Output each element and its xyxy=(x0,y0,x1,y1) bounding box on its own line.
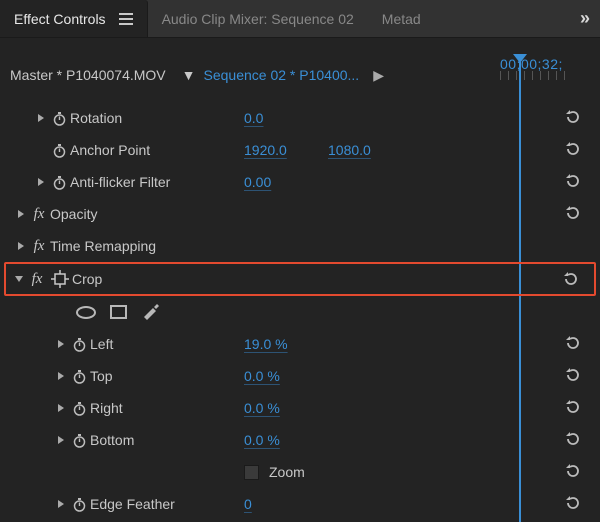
property-label: Rotation xyxy=(70,110,200,126)
property-crop-zoom: Zoom xyxy=(4,456,596,488)
ruler-ticks xyxy=(500,71,590,83)
anchor-x-value[interactable]: 1920.0 xyxy=(244,142,306,158)
fx-badge-icon[interactable]: fx xyxy=(26,271,48,288)
property-crop-left: Left 19.0 % xyxy=(4,328,596,360)
twirl-closed-icon[interactable] xyxy=(14,241,28,251)
master-clip-label: Master * P1040074.MOV xyxy=(10,67,166,83)
property-edge-feather: Edge Feather 0 xyxy=(4,488,596,520)
effect-time-remapping: fx Time Remapping xyxy=(4,230,596,262)
tab-metadata[interactable]: Metad xyxy=(368,0,435,37)
reset-icon[interactable] xyxy=(564,430,582,451)
property-label: Anti-flicker Filter xyxy=(70,174,200,190)
tab-label: Audio Clip Mixer: Sequence 02 xyxy=(162,11,354,27)
timeline-ruler[interactable]: 00;00;32; xyxy=(500,60,592,90)
zoom-checkbox[interactable] xyxy=(244,465,259,480)
effect-label: Time Remapping xyxy=(50,238,180,254)
fx-badge-icon[interactable]: fx xyxy=(28,206,50,223)
effect-label: Opacity xyxy=(50,206,180,222)
twirl-closed-icon[interactable] xyxy=(14,209,28,219)
sequence-clip-label[interactable]: Sequence 02 * P10400... xyxy=(204,67,360,83)
reset-icon[interactable] xyxy=(564,140,582,161)
stopwatch-icon[interactable] xyxy=(68,401,90,416)
effect-crop[interactable]: fx Crop xyxy=(4,262,596,296)
fx-badge-icon[interactable]: fx xyxy=(28,238,50,255)
property-crop-bottom: Bottom 0.0 % xyxy=(4,424,596,456)
twirl-closed-icon[interactable] xyxy=(54,499,68,509)
effect-properties-list: Rotation 0.0 Anchor Point 1920.0 1080.0 … xyxy=(0,102,600,520)
property-crop-right: Right 0.0 % xyxy=(4,392,596,424)
dropdown-icon[interactable]: ▼ xyxy=(182,67,196,83)
tab-label: Effect Controls xyxy=(14,11,106,27)
stopwatch-icon[interactable] xyxy=(68,497,90,512)
property-rotation: Rotation 0.0 xyxy=(4,102,596,134)
reset-icon[interactable] xyxy=(564,398,582,419)
effect-label: Crop xyxy=(72,271,202,287)
go-to-playhead-icon[interactable]: ▶ xyxy=(373,67,384,84)
property-value[interactable]: 0 xyxy=(244,496,306,512)
ellipse-mask-icon[interactable] xyxy=(76,306,96,319)
anchor-y-value[interactable]: 1080.0 xyxy=(328,142,371,158)
property-label: Edge Feather xyxy=(90,496,220,512)
property-anchor-point: Anchor Point 1920.0 1080.0 xyxy=(4,134,596,166)
clip-header: Master * P1040074.MOV ▼ Sequence 02 * P1… xyxy=(0,38,600,102)
tab-effect-controls[interactable]: Effect Controls xyxy=(0,0,148,37)
property-label: Left xyxy=(90,336,220,352)
reset-icon[interactable] xyxy=(564,334,582,355)
reset-icon[interactable] xyxy=(564,462,582,483)
property-label: Bottom xyxy=(90,432,220,448)
property-value[interactable]: 0.0 % xyxy=(244,432,306,448)
timecode-label: 00;00;32; xyxy=(500,56,563,72)
property-label: Zoom xyxy=(269,464,305,480)
property-label: Anchor Point xyxy=(70,142,200,158)
reset-icon[interactable] xyxy=(564,366,582,387)
twirl-closed-icon[interactable] xyxy=(54,339,68,349)
twirl-closed-icon[interactable] xyxy=(54,435,68,445)
reset-icon[interactable] xyxy=(562,270,580,291)
tab-overflow-icon[interactable]: » xyxy=(570,0,600,37)
property-label: Top xyxy=(90,368,220,384)
panel-menu-icon[interactable] xyxy=(119,13,133,25)
mask-shape-row xyxy=(4,296,596,328)
twirl-closed-icon[interactable] xyxy=(54,403,68,413)
stopwatch-icon[interactable] xyxy=(68,337,90,352)
stopwatch-icon[interactable] xyxy=(68,369,90,384)
property-value[interactable]: 0.0 xyxy=(244,110,306,126)
reset-icon[interactable] xyxy=(564,204,582,225)
property-value[interactable]: 0.00 xyxy=(244,174,306,190)
twirl-open-icon[interactable] xyxy=(12,274,26,284)
stopwatch-icon[interactable] xyxy=(68,433,90,448)
rectangle-mask-icon[interactable] xyxy=(110,305,127,319)
stopwatch-icon[interactable] xyxy=(48,111,70,126)
tab-label: Metad xyxy=(382,11,421,27)
reset-icon[interactable] xyxy=(564,108,582,129)
crop-direct-manipulation-icon[interactable] xyxy=(48,270,72,288)
panel-tab-bar: Effect Controls Audio Clip Mixer: Sequen… xyxy=(0,0,600,38)
twirl-closed-icon[interactable] xyxy=(54,371,68,381)
effect-opacity: fx Opacity xyxy=(4,198,596,230)
tab-audio-clip-mixer[interactable]: Audio Clip Mixer: Sequence 02 xyxy=(148,0,368,37)
property-label: Right xyxy=(90,400,220,416)
property-value[interactable]: 0.0 % xyxy=(244,400,306,416)
stopwatch-icon[interactable] xyxy=(48,143,70,158)
reset-icon[interactable] xyxy=(564,172,582,193)
property-crop-top: Top 0.0 % xyxy=(4,360,596,392)
reset-icon[interactable] xyxy=(564,494,582,515)
pen-mask-icon[interactable] xyxy=(141,302,159,323)
property-value[interactable]: 19.0 % xyxy=(244,336,306,352)
twirl-closed-icon[interactable] xyxy=(34,177,48,187)
twirl-closed-icon[interactable] xyxy=(34,113,48,123)
stopwatch-icon[interactable] xyxy=(48,175,70,190)
property-anti-flicker: Anti-flicker Filter 0.00 xyxy=(4,166,596,198)
property-value[interactable]: 0.0 % xyxy=(244,368,306,384)
